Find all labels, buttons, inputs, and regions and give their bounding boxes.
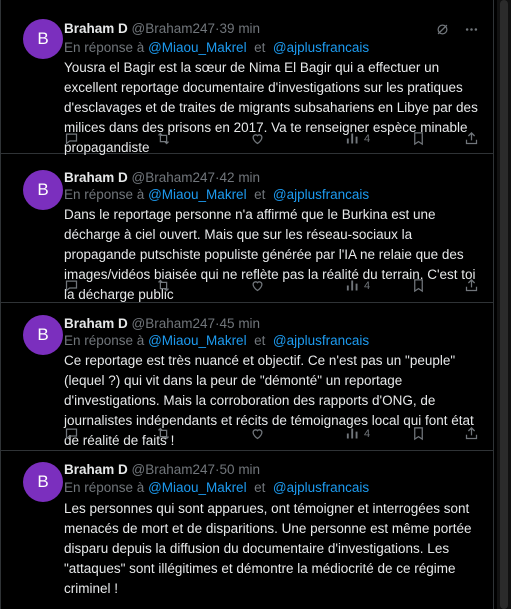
- author-handle[interactable]: @Braham247: [132, 170, 216, 185]
- like-button[interactable]: [250, 278, 265, 293]
- like-icon: [252, 134, 263, 145]
- timestamp[interactable]: 45 min: [220, 316, 261, 331]
- scrollbar[interactable]: [497, 0, 511, 609]
- retweet-icon: [158, 279, 169, 292]
- share-button[interactable]: [464, 131, 479, 146]
- tweet-actions: 4: [64, 131, 482, 149]
- views-button[interactable]: 4: [345, 426, 370, 441]
- tweet[interactable]: B Braham D @Braham247·39 min En réponse …: [1, 0, 493, 155]
- avatar[interactable]: B: [23, 170, 63, 210]
- bookmark-icon: [414, 279, 423, 293]
- scrollbar-thumb[interactable]: [500, 0, 508, 609]
- mention-link[interactable]: @ajplusfrancais: [273, 40, 369, 55]
- like-button[interactable]: [250, 426, 265, 441]
- views-icon: [346, 280, 358, 291]
- retweet-icon: [158, 427, 169, 440]
- mention-link[interactable]: @Miaou_Makrel: [148, 480, 247, 495]
- tweet[interactable]: B Braham D @Braham247·50 min En réponse …: [1, 451, 493, 609]
- reply-icon: [65, 280, 78, 292]
- tweet-header: Braham D @Braham247·50 min: [64, 462, 260, 480]
- more-icon[interactable]: [464, 22, 479, 42]
- mention-link[interactable]: @Miaou_Makrel: [148, 40, 247, 55]
- views-button[interactable]: 4: [345, 278, 370, 293]
- tweet-text: Les personnes qui sont apparues, ont tém…: [64, 501, 472, 596]
- bookmark-button[interactable]: [411, 131, 426, 146]
- share-icon: [465, 278, 478, 292]
- tweet[interactable]: B Braham D @Braham247·42 min En réponse …: [1, 154, 493, 303]
- views-icon: [346, 428, 358, 439]
- author-name[interactable]: Braham D: [64, 462, 128, 477]
- author-name[interactable]: Braham D: [64, 170, 128, 185]
- bookmark-button[interactable]: [411, 426, 426, 441]
- tweet-actions: 4: [64, 426, 482, 444]
- tweet-header: Braham D @Braham247·42 min: [64, 170, 260, 188]
- mention-link[interactable]: @ajplusfrancais: [273, 187, 369, 202]
- tweet-header: Braham D @Braham247·39 min: [64, 21, 260, 39]
- views-count: 4: [364, 279, 371, 292]
- mention-link[interactable]: @Miaou_Makrel: [148, 333, 247, 348]
- reply-context: En réponse à @Miaou_Makrel et @ajplusfra…: [64, 40, 370, 55]
- views-count: 4: [364, 132, 371, 145]
- author-name[interactable]: Braham D: [64, 316, 128, 331]
- reply-context: En réponse à @Miaou_Makrel et @ajplusfra…: [64, 187, 370, 202]
- conversation-feed: B Braham D @Braham247·39 min En réponse …: [0, 0, 494, 609]
- share-button[interactable]: [464, 278, 479, 293]
- mention-link[interactable]: @ajplusfrancais: [273, 333, 369, 348]
- mention-link[interactable]: @ajplusfrancais: [273, 480, 369, 495]
- reply-button[interactable]: [64, 278, 79, 293]
- bookmark-icon: [414, 427, 423, 441]
- timestamp[interactable]: 50 min: [220, 462, 261, 477]
- tweet-actions: 4: [64, 278, 482, 296]
- views-button[interactable]: 4: [345, 131, 370, 146]
- grok-icon[interactable]: [435, 22, 450, 42]
- author-name[interactable]: Braham D: [64, 21, 128, 36]
- retweet-icon: [158, 132, 169, 145]
- share-button[interactable]: [464, 426, 479, 441]
- like-button[interactable]: [250, 131, 265, 146]
- timestamp[interactable]: 42 min: [220, 170, 261, 185]
- author-handle[interactable]: @Braham247: [132, 21, 216, 36]
- tweet[interactable]: B Braham D @Braham247·45 min En réponse …: [1, 303, 493, 451]
- mention-link[interactable]: @Miaou_Makrel: [148, 187, 247, 202]
- like-icon: [252, 429, 263, 440]
- views-count: 4: [364, 427, 371, 440]
- reply-button[interactable]: [64, 131, 79, 146]
- retweet-button[interactable]: [156, 131, 171, 146]
- tweet-top-actions: [435, 22, 479, 42]
- share-icon: [465, 131, 478, 145]
- like-icon: [252, 281, 263, 292]
- reply-icon: [65, 428, 78, 440]
- views-icon: [346, 133, 358, 144]
- avatar[interactable]: B: [23, 315, 63, 355]
- reply-context: En réponse à @Miaou_Makrel et @ajplusfra…: [64, 333, 370, 348]
- bookmark-button[interactable]: [411, 278, 426, 293]
- share-icon: [465, 426, 478, 440]
- avatar[interactable]: B: [23, 462, 63, 502]
- reply-context: En réponse à @Miaou_Makrel et @ajplusfra…: [64, 480, 370, 495]
- retweet-button[interactable]: [156, 426, 171, 441]
- author-handle[interactable]: @Braham247: [132, 462, 216, 477]
- author-handle[interactable]: @Braham247: [132, 316, 216, 331]
- reply-button[interactable]: [64, 426, 79, 441]
- tweet-header: Braham D @Braham247·45 min: [64, 316, 260, 334]
- avatar[interactable]: B: [23, 19, 63, 59]
- reply-icon: [65, 133, 78, 145]
- retweet-button[interactable]: [156, 278, 171, 293]
- timestamp[interactable]: 39 min: [220, 21, 261, 36]
- bookmark-icon: [414, 132, 423, 146]
